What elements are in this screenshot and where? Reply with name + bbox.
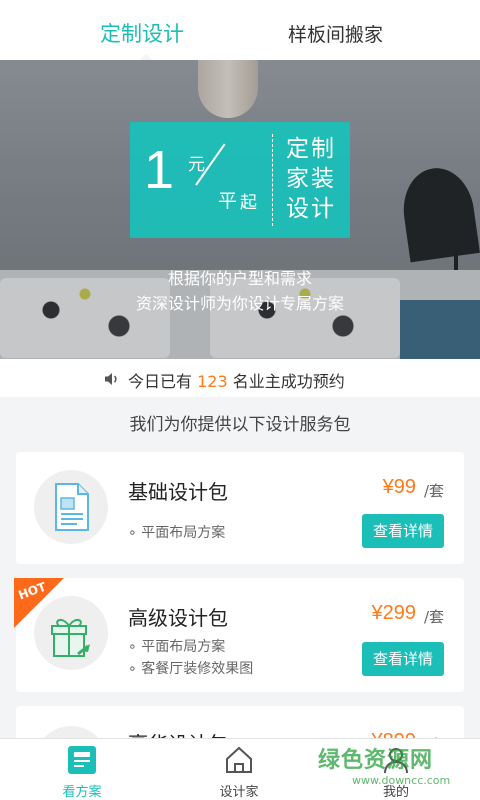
package-feature: ∘ 平面布局方案 [128, 525, 226, 541]
tab-showroom-move[interactable]: 样板间搬家 [288, 20, 383, 47]
promo-tagline-line: 设计 [286, 196, 336, 222]
promo-unit-yuan: 元 [188, 155, 205, 175]
notice-prefix: 今日已有 [128, 372, 193, 391]
package-feature-text: 客餐厅装修效果图 [141, 661, 254, 677]
section-title: 我们为你提供以下设计服务包 [129, 415, 351, 435]
package-title: 基础设计包 [128, 480, 228, 504]
package-card-basic[interactable]: 基础设计包 ¥99 /套 ∘ 平面布局方案 查看详情 [16, 452, 464, 564]
notice-text: 今日已有 123 名业主成功预约 [128, 368, 345, 392]
notice-suffix: 名业主成功预约 [232, 372, 345, 391]
view-details-button[interactable]: 查看详情 [362, 514, 444, 548]
package-price: ¥299 [371, 602, 417, 624]
promo-unit-ping: 平 [218, 190, 238, 212]
package-unit: /套 [423, 482, 444, 500]
nav-designer[interactable]: 设计家 [194, 745, 284, 800]
package-feature: ∘ 平面布局方案 [128, 639, 226, 655]
nav-view-plans[interactable]: 看方案 [37, 745, 127, 800]
notice-count: 123 [197, 372, 228, 391]
top-tab-bar: 定制设计 样板间搬家 [0, 0, 480, 61]
promo-price: 1 [144, 140, 175, 200]
site-watermark-url: www.downcc.com [352, 774, 451, 787]
nav-label: 设计家 [219, 785, 259, 800]
package-price: ¥99 [382, 476, 416, 498]
package-feature-text: 平面布局方案 [141, 639, 226, 655]
promo-tagline-line: 家装 [286, 166, 336, 192]
hot-badge: HOT [14, 578, 66, 628]
home-icon [226, 746, 252, 773]
booking-notice: 今日已有 123 名业主成功预约 [0, 359, 480, 397]
promo-divider [272, 134, 273, 226]
package-feature-text: 平面布局方案 [141, 525, 226, 541]
plan-icon [68, 746, 96, 774]
nav-label: 看方案 [62, 785, 102, 800]
package-icon-circle [34, 470, 108, 544]
site-watermark: 绿色资源网 [318, 748, 434, 773]
package-feature: ∘ 客餐厅装修效果图 [128, 661, 254, 677]
banner-text-line1: 根据你的户型和需求 [167, 269, 312, 288]
document-icon [55, 483, 89, 531]
package-title: 高级设计包 [128, 606, 228, 630]
promo-suffix: 起 [240, 193, 257, 213]
package-unit: /套 [423, 608, 444, 626]
hero-banner[interactable]: 1 元 平 起 定制 家装 设计 根据你的户型和需求 资深设计师为你设计专属方案 [0, 60, 480, 359]
promo-tagline: 定制 家装 设计 [286, 134, 346, 224]
view-details-button[interactable]: 查看详情 [362, 642, 444, 676]
tab-custom-design[interactable]: 定制设计 [100, 18, 184, 48]
package-card-advanced[interactable]: 高级设计包 ¥299 /套 ∘ 平面布局方案 ∘ 客餐厅装修效果图 查看详情 [16, 578, 464, 692]
promo-price-box: 1 元 平 起 定制 家装 设计 [130, 122, 350, 238]
promo-tagline-line: 定制 [286, 136, 336, 162]
speaker-icon [105, 373, 117, 385]
banner-text-line2: 资深设计师为你设计专属方案 [135, 294, 344, 313]
